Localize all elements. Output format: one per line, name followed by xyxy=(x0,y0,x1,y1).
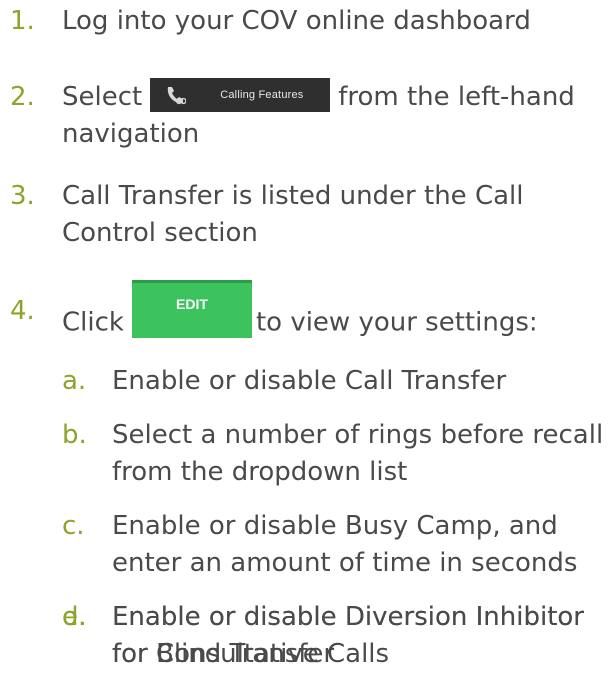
step-text-line2: Control section xyxy=(62,218,258,248)
substep-text-line1: Enable or disable Diversion Inhibitor xyxy=(112,602,584,632)
substep-text: Enable or disable Call Transfer xyxy=(112,366,507,396)
substep-letter: b. xyxy=(62,420,87,450)
step-text-before: Select xyxy=(62,82,143,112)
step-number: 2. xyxy=(10,82,35,112)
step-text-before: Click xyxy=(62,307,124,338)
step-text-after: to view your settings: xyxy=(255,307,538,338)
substep-text-line1: Select a number of rings before recall xyxy=(112,420,604,450)
step-text-line1: Click EDIT to view your settings: xyxy=(62,280,538,352)
substep-text-line2: enter an amount of time in seconds xyxy=(112,548,578,578)
step-text-line2: navigation xyxy=(62,119,200,149)
substep-text-line2: for Consultative Calls xyxy=(112,639,390,669)
substep-text-line2: from the dropdown list xyxy=(112,457,408,487)
calling-features-nav-item[interactable]: Calling Features xyxy=(150,77,331,112)
step-number: 4. xyxy=(10,296,35,326)
step-text-line1: Call Transfer is listed under the Call xyxy=(62,181,524,211)
substep-letter: a. xyxy=(62,366,87,396)
calling-features-label: Calling Features xyxy=(220,88,304,101)
step-text-line1: Select Calling Features from the left-han… xyxy=(62,77,575,115)
substep-letter: e. xyxy=(62,602,87,632)
step-number: 3. xyxy=(10,181,35,211)
step-text-after: from the left-hand xyxy=(338,82,575,112)
substep-letter: c. xyxy=(62,511,85,541)
substep-text-line1: Enable or disable Busy Camp, and xyxy=(112,511,558,541)
edit-button[interactable]: EDIT xyxy=(131,280,252,338)
step-text: Log into your COV online dashboard xyxy=(62,6,531,36)
edit-button-label: EDIT xyxy=(176,296,208,312)
step-number: 1. xyxy=(10,6,35,36)
phone-handset-icon xyxy=(167,86,187,104)
